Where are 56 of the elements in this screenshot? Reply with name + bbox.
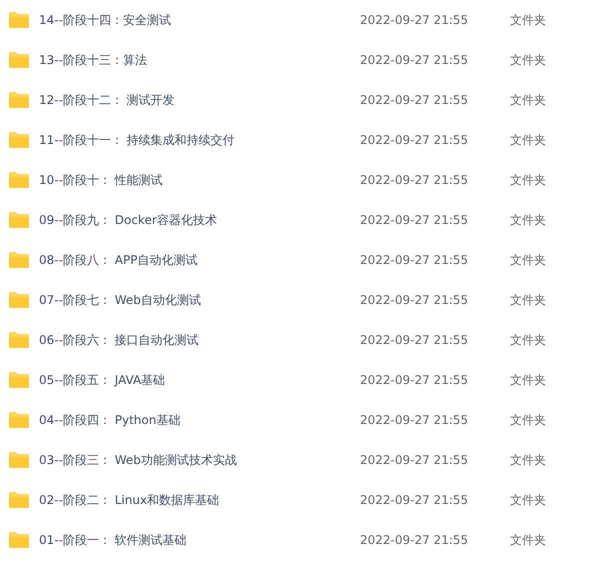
folder-icon [9,132,29,148]
modified-date: 2022-09-27 21:55 [360,292,470,309]
folder-icon [9,452,29,468]
folder-icon [9,292,29,308]
modified-date: 2022-09-27 21:55 [360,132,470,149]
file-type: 文件夹 [510,372,546,389]
folder-name[interactable]: 02--阶段二： Linux和数据库基础 [39,491,360,509]
folder-name[interactable]: 11--阶段十一： 持续集成和持续交付 [39,131,360,149]
file-type: 文件夹 [510,12,546,29]
folder-name[interactable]: 03--阶段三： Web功能测试技术实战 [39,451,360,469]
folder-name[interactable]: 13--阶段十三：算法 [39,51,360,69]
modified-date: 2022-09-27 21:55 [360,492,470,509]
folder-icon [9,532,29,548]
modified-date: 2022-09-27 21:55 [360,412,470,429]
file-type: 文件夹 [510,252,546,269]
file-type: 文件夹 [510,452,546,469]
file-type: 文件夹 [510,132,546,149]
folder-icon [9,372,29,388]
folder-name[interactable]: 06--阶段六： 接口自动化测试 [39,331,360,349]
modified-date: 2022-09-27 21:55 [360,172,470,189]
folder-icon [9,52,29,68]
folder-icon [9,252,29,268]
file-type: 文件夹 [510,92,546,109]
modified-date: 2022-09-27 21:55 [360,212,470,229]
file-type: 文件夹 [510,172,546,189]
folder-icon [9,492,29,508]
folder-name[interactable]: 10--阶段十： 性能测试 [39,171,360,189]
modified-date: 2022-09-27 21:55 [360,52,470,69]
folder-name[interactable]: 09--阶段九： Docker容器化技术 [39,211,360,229]
modified-date: 2022-09-27 21:55 [360,252,470,269]
file-type: 文件夹 [510,332,546,349]
folder-icon [9,412,29,428]
folder-icon [9,332,29,348]
folder-name[interactable]: 05--阶段五： JAVA基础 [39,371,360,389]
file-type: 文件夹 [510,212,546,229]
modified-date: 2022-09-27 21:55 [360,452,470,469]
folder-name[interactable]: 12--阶段十二： 测试开发 [39,91,360,109]
file-type: 文件夹 [510,532,546,549]
folder-icon [9,172,29,188]
modified-date: 2022-09-27 21:55 [360,532,470,549]
file-type: 文件夹 [510,52,546,69]
modified-date: 2022-09-27 21:55 [360,92,470,109]
folder-name[interactable]: 08--阶段八： APP自动化测试 [39,251,360,269]
file-type: 文件夹 [510,412,546,429]
modified-date: 2022-09-27 21:55 [360,332,470,349]
folder-name[interactable]: 14--阶段十四：安全测试 [39,11,360,29]
file-type: 文件夹 [510,292,546,309]
file-type: 文件夹 [510,492,546,509]
modified-date: 2022-09-27 21:55 [360,372,470,389]
folder-name[interactable]: 07--阶段七： Web自动化测试 [39,291,360,309]
folder-icon [9,212,29,228]
folder-icon [9,92,29,108]
folder-name[interactable]: 01--阶段一： 软件测试基础 [39,531,360,549]
folder-name[interactable]: 04--阶段四： Python基础 [39,411,360,429]
modified-date: 2022-09-27 21:55 [360,12,470,29]
folder-icon [9,12,29,28]
